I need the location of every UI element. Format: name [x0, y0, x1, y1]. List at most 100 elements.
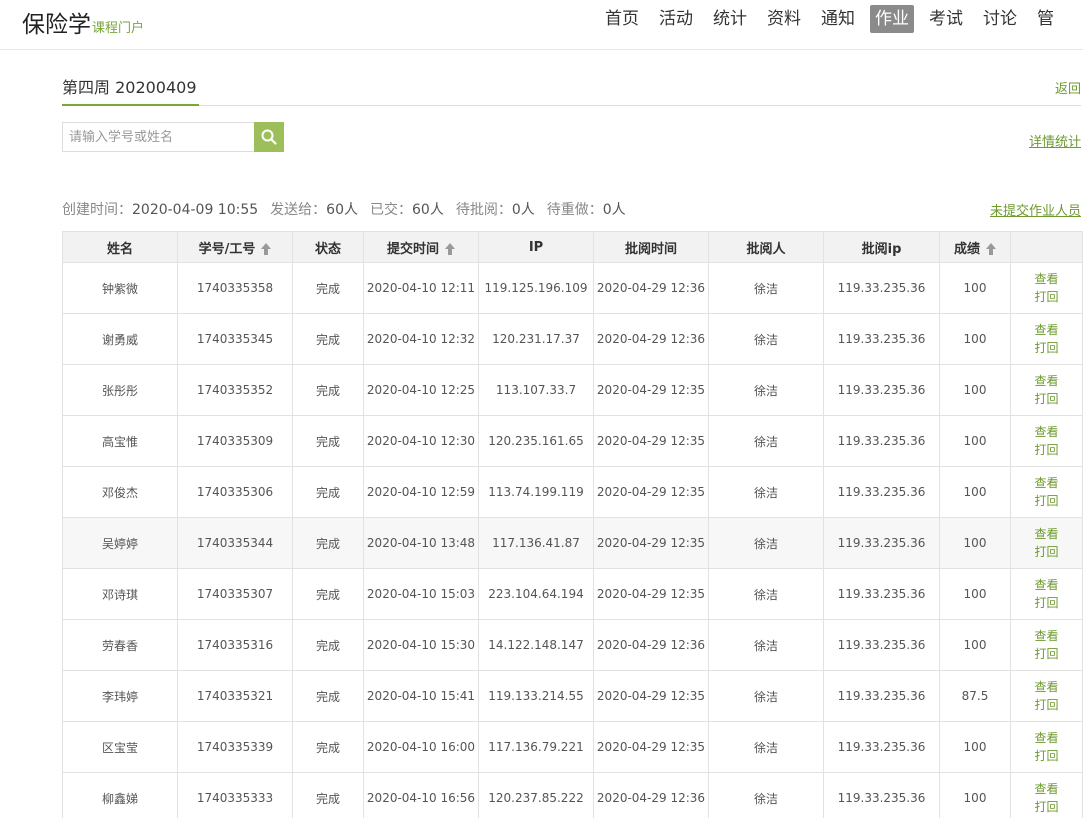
view-link[interactable]: 查看: [1012, 729, 1082, 747]
redo-value: 0人: [602, 202, 626, 218]
cell-status: 完成: [292, 415, 364, 467]
cell-review-ip: 119.33.235.36: [823, 466, 940, 518]
submission-table: 姓名 学号/工号 状态 提交时间 IP 批阅时间 批阅人 批阅ip 成绩 钟紫微…: [62, 231, 1083, 818]
return-link[interactable]: 打回: [1012, 543, 1082, 561]
back-link[interactable]: 返回: [1055, 78, 1081, 97]
cell-score: 100: [939, 568, 1011, 620]
cell-submit-time: 2020-04-10 12:25: [363, 364, 479, 416]
created-label: 创建时间：: [62, 202, 132, 218]
cell-ip: 120.231.17.37: [478, 313, 594, 365]
nav-item[interactable]: 作业: [870, 5, 914, 33]
sort-arrow-icon[interactable]: [445, 243, 455, 255]
nav-item[interactable]: 考试: [924, 5, 968, 33]
cell-actions: 查看 打回: [1010, 415, 1083, 467]
nav-item[interactable]: 资料: [762, 5, 806, 33]
cell-reviewer: 徐洁: [708, 619, 824, 671]
cell-actions: 查看 打回: [1010, 670, 1083, 722]
return-link[interactable]: 打回: [1012, 696, 1082, 714]
cell-status: 完成: [292, 517, 364, 569]
course-name: 保险学: [22, 12, 91, 38]
return-link[interactable]: 打回: [1012, 288, 1082, 306]
cell-ip: 119.133.214.55: [478, 670, 594, 722]
cell-ip: 113.107.33.7: [478, 364, 594, 416]
view-link[interactable]: 查看: [1012, 576, 1082, 594]
cell-review-ip: 119.33.235.36: [823, 415, 940, 467]
nav-item[interactable]: 活动: [654, 5, 698, 33]
cell-ip: 113.74.199.119: [478, 466, 594, 518]
return-link[interactable]: 打回: [1012, 390, 1082, 408]
detail-stats-link[interactable]: 详情统计: [1029, 131, 1081, 150]
course-brand[interactable]: 保险学课程门户: [22, 5, 144, 39]
cell-name: 李玮婷: [62, 670, 178, 722]
cell-ip: 223.104.64.194: [478, 568, 594, 620]
col-header-score[interactable]: 成绩: [939, 231, 1011, 263]
cell-reviewer: 徐洁: [708, 568, 824, 620]
col-header-review-ip: 批阅ip: [823, 231, 940, 263]
col-header-review-time-label: 批阅时间: [624, 241, 677, 257]
cell-reviewer: 徐洁: [708, 517, 824, 569]
cell-submit-time: 2020-04-10 12:30: [363, 415, 479, 467]
col-header-review-time: 批阅时间: [593, 231, 709, 263]
cell-score: 100: [939, 721, 1011, 773]
cell-id: 1740335344: [177, 517, 293, 569]
cell-review-time: 2020-04-29 12:36: [593, 619, 709, 671]
page-title: 第四周 20200409: [62, 78, 197, 97]
return-link[interactable]: 打回: [1012, 441, 1082, 459]
search-input[interactable]: [62, 122, 254, 152]
sort-arrow-icon[interactable]: [261, 243, 272, 255]
cell-name: 钟紫微: [62, 262, 178, 314]
cell-score: 100: [939, 313, 1011, 365]
view-link[interactable]: 查看: [1012, 627, 1082, 645]
cell-actions: 查看 打回: [1010, 313, 1083, 365]
view-link[interactable]: 查看: [1012, 423, 1082, 441]
cell-score: 100: [939, 364, 1011, 416]
cell-status: 完成: [292, 262, 364, 314]
return-link[interactable]: 打回: [1012, 645, 1082, 663]
sort-arrow-icon[interactable]: [986, 243, 996, 255]
view-link[interactable]: 查看: [1012, 321, 1082, 339]
view-link[interactable]: 查看: [1012, 372, 1082, 390]
table-row: 谢勇威 1740335345 完成 2020-04-10 12:32 120.231.1…: [62, 313, 1083, 365]
cell-score: 100: [939, 466, 1011, 518]
cell-review-time: 2020-04-29 12:35: [593, 670, 709, 722]
col-header-reviewer: 批阅人: [708, 231, 824, 263]
col-header-id[interactable]: 学号/工号: [177, 231, 293, 263]
table-row: 劳春香 1740335316 完成 2020-04-10 15:30 14.122.14…: [62, 619, 1083, 671]
view-link[interactable]: 查看: [1012, 678, 1082, 696]
cell-score: 87.5: [939, 670, 1011, 722]
view-link[interactable]: 查看: [1012, 270, 1082, 288]
col-header-review-ip-label: 批阅ip: [861, 241, 902, 257]
nav-item[interactable]: 统计: [708, 5, 752, 33]
col-header-ip: IP: [478, 231, 594, 263]
view-link[interactable]: 查看: [1012, 525, 1082, 543]
created-value: 2020-04-09 10:55: [132, 202, 259, 218]
table-row: 邓诗琪 1740335307 完成 2020-04-10 15:03 223.104.6…: [62, 568, 1083, 620]
cell-review-time: 2020-04-29 12:35: [593, 568, 709, 620]
table-row: 邓俊杰 1740335306 完成 2020-04-10 12:59 113.74.19…: [62, 466, 1083, 518]
col-header-status-label: 状态: [314, 241, 341, 257]
cell-ip: 117.136.41.87: [478, 517, 594, 569]
nav-item[interactable]: 首页: [600, 5, 644, 33]
return-link[interactable]: 打回: [1012, 594, 1082, 612]
nav-item[interactable]: 通知: [816, 5, 860, 33]
col-header-submit-time[interactable]: 提交时间: [363, 231, 479, 263]
unsubmitted-students-link[interactable]: 未提交作业人员: [990, 200, 1081, 219]
cell-actions: 查看 打回: [1010, 568, 1083, 620]
search-button[interactable]: [254, 122, 284, 152]
col-header-id-label: 学号/工号: [198, 241, 256, 257]
cell-status: 完成: [292, 721, 364, 773]
return-link[interactable]: 打回: [1012, 747, 1082, 765]
submitted-label: 已交：: [370, 202, 412, 218]
return-link[interactable]: 打回: [1012, 339, 1082, 357]
cell-reviewer: 徐洁: [708, 415, 824, 467]
return-link[interactable]: 打回: [1012, 798, 1082, 816]
cell-review-time: 2020-04-29 12:35: [593, 466, 709, 518]
cell-score: 100: [939, 619, 1011, 671]
view-link[interactable]: 查看: [1012, 474, 1082, 492]
cell-actions: 查看 打回: [1010, 517, 1083, 569]
nav-item[interactable]: 讨论: [978, 5, 1022, 33]
return-link[interactable]: 打回: [1012, 492, 1082, 510]
nav-item[interactable]: 管: [1032, 5, 1059, 33]
cell-reviewer: 徐洁: [708, 262, 824, 314]
view-link[interactable]: 查看: [1012, 780, 1082, 798]
